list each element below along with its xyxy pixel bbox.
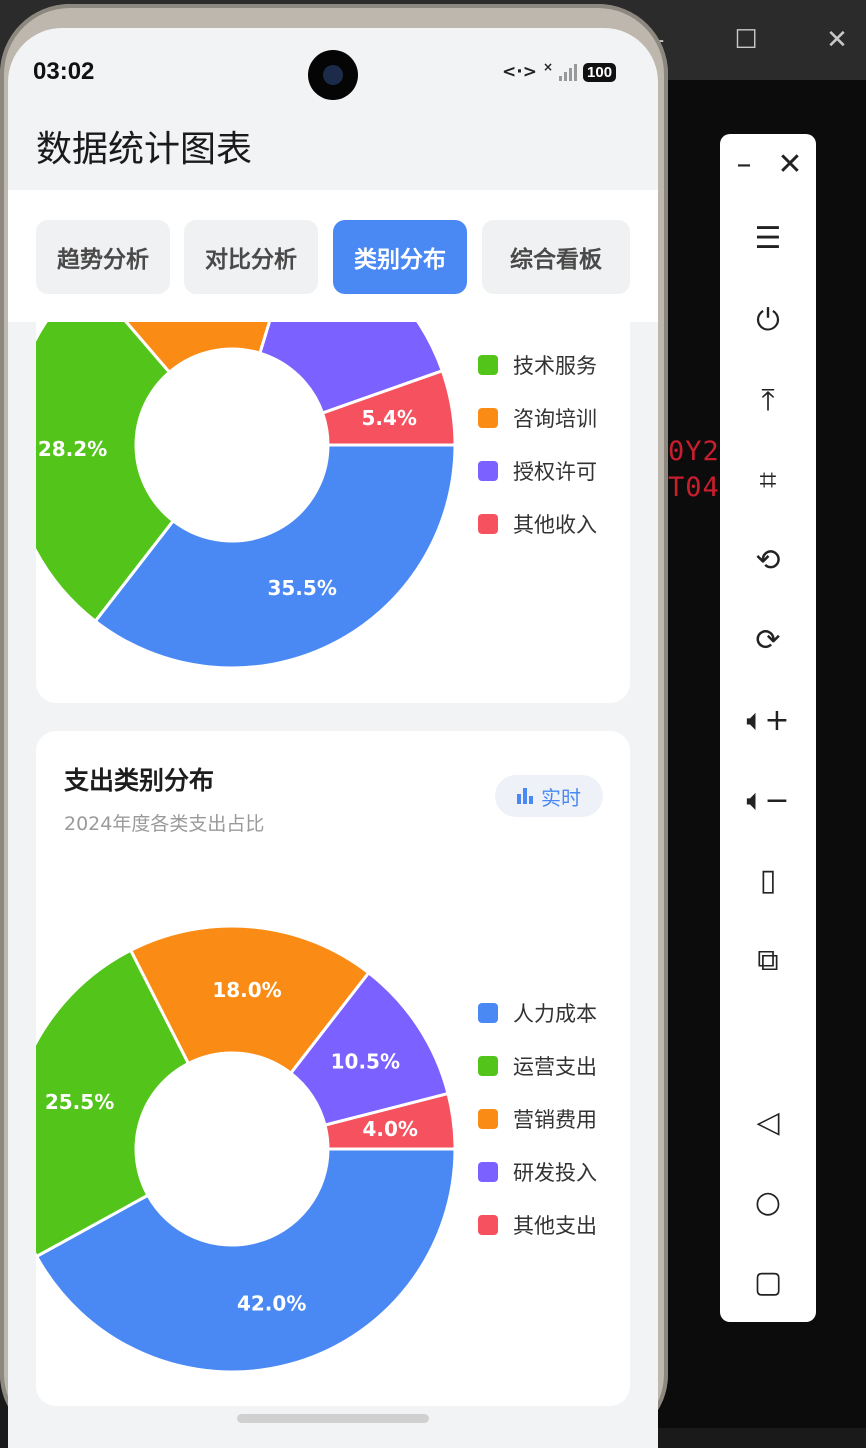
battery-icon: 100 (583, 62, 617, 82)
window-close-icon[interactable]: ✕ (815, 22, 859, 58)
expense-legend-label-2: 营销费用 (513, 1107, 597, 1132)
revenue-legend-swatch-3 (478, 513, 498, 534)
page-title: 数据统计图表 (36, 128, 253, 169)
expense-data-label-0: 42.0% (237, 1291, 306, 1315)
status-time: 03:02 (33, 58, 95, 85)
expense-legend-label-3: 研发投入 (513, 1160, 597, 1185)
pin-top-icon[interactable]: ⤒ (720, 370, 816, 430)
expense-legend-swatch-2 (478, 1108, 498, 1129)
phone-screen: 03:02 <·> × 100 数据统计图表 35.5% 28.2% 5.4% 技术… (8, 28, 658, 1448)
revenue-legend-swatch-2 (478, 460, 498, 481)
multi-device-icon[interactable]: ⧉ (720, 930, 816, 990)
window-maximize-icon[interactable]: ☐ (724, 22, 768, 58)
expense-legend-swatch-0 (478, 1002, 498, 1023)
tab-trend[interactable]: 趋势分析 (36, 220, 170, 294)
revenue-legend-item-1[interactable]: 咨询培训 (478, 391, 597, 444)
close-icon[interactable]: ✕ (742, 134, 838, 194)
revenue-data-label-0: 35.5% (267, 576, 336, 600)
revenue-legend-item-0[interactable]: 技术服务 (478, 338, 597, 391)
expense-legend-item-4[interactable]: 其他支出 (478, 1198, 597, 1251)
no-sim-icon: × (542, 60, 554, 74)
rotate-left-icon[interactable]: ⟲ (720, 530, 816, 590)
network-icon: <·> (502, 62, 537, 82)
recents-icon[interactable]: ▢ (720, 1252, 816, 1312)
crop-icon[interactable]: ⌗ (720, 450, 816, 510)
menu-icon[interactable]: ☰ (720, 208, 816, 268)
back-icon[interactable]: ◁ (720, 1092, 816, 1152)
front-camera-icon (308, 50, 358, 100)
power-icon[interactable]: ⏻ (720, 290, 816, 350)
status-bar: 03:02 <·> × 100 (8, 28, 658, 112)
expense-legend-label-4: 其他支出 (513, 1213, 597, 1238)
expense-data-label-4: 4.0% (363, 1117, 418, 1141)
expense-legend-swatch-3 (478, 1161, 498, 1182)
expense-data-label-1: 25.5% (45, 1090, 114, 1114)
revenue-data-label-4: 5.4% (361, 406, 416, 430)
revenue-data-label-1: 28.2% (38, 437, 107, 461)
revenue-legend-item-2[interactable]: 授权许可 (478, 444, 597, 497)
shake-icon[interactable]: ▯ (720, 850, 816, 910)
volume-up-icon[interactable]: 🔈︎+ (720, 690, 816, 750)
revenue-legend-label-2: 授权许可 (513, 459, 597, 484)
status-icons: <·> × 100 (502, 60, 617, 84)
expense-legend-item-0[interactable]: 人力成本 (478, 986, 597, 1039)
rotate-right-icon[interactable]: ⟳ (720, 610, 816, 670)
home-icon[interactable]: ○ (720, 1172, 816, 1232)
revenue-legend-label-3: 其他收入 (513, 512, 597, 537)
expense-legend-item-3[interactable]: 研发投入 (478, 1145, 597, 1198)
volume-down-icon[interactable]: 🔈︎− (720, 770, 816, 830)
tab-compare[interactable]: 对比分析 (184, 220, 318, 294)
home-indicator[interactable] (237, 1414, 429, 1423)
expense-legend-swatch-4 (478, 1214, 498, 1235)
revenue-legend-label-0: 技术服务 (513, 353, 597, 378)
expense-legend-label-1: 运营支出 (513, 1054, 597, 1079)
tab-dashboard[interactable]: 综合看板 (482, 220, 630, 294)
expense-legend: 人力成本运营支出营销费用研发投入其他支出 (478, 986, 597, 1251)
revenue-legend-item-3[interactable]: 其他收入 (478, 497, 597, 550)
expense-data-label-3: 10.5% (331, 1049, 400, 1073)
expense-legend-item-1[interactable]: 运营支出 (478, 1039, 597, 1092)
expense-legend-swatch-1 (478, 1055, 498, 1076)
tab-bar: 趋势分析 对比分析 类别分布 综合看板 (8, 190, 658, 322)
revenue-legend-swatch-1 (478, 407, 498, 428)
expense-legend-item-2[interactable]: 营销费用 (478, 1092, 597, 1145)
emulator-toolbar: – ✕ ☰ ⏻ ⤒ ⌗ ⟲ ⟳ 🔈︎+ 🔈︎− ▯ ⧉ ◁ ○ ▢ (720, 134, 816, 1322)
expense-data-label-2: 18.0% (212, 978, 281, 1002)
revenue-slice-0[interactable] (93, 443, 457, 670)
revenue-legend-swatch-0 (478, 354, 498, 375)
expense-chart-card: 支出类别分布 2024年度各类支出占比 实时 42.0% 25.5% 18.0% 10… (36, 731, 630, 1406)
revenue-legend-label-1: 咨询培训 (513, 406, 597, 431)
expense-legend-label-0: 人力成本 (513, 1001, 597, 1026)
revenue-legend: 技术服务咨询培训授权许可其他收入 (478, 338, 597, 550)
signal-icon (559, 63, 578, 81)
tab-category[interactable]: 类别分布 (333, 220, 467, 294)
